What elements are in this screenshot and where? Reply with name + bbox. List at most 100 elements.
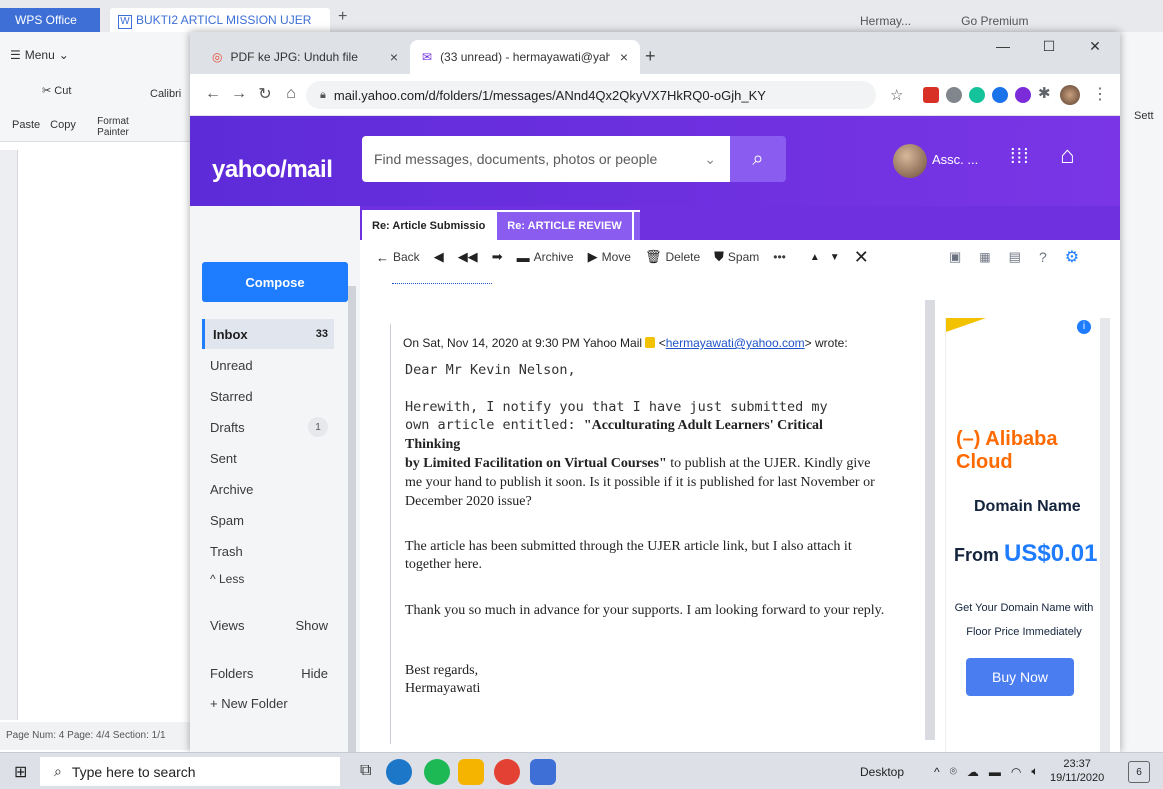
wps-account-name[interactable]: Hermay...	[860, 14, 911, 28]
apps-grid-icon[interactable]: ⁞⁞⁞	[1010, 146, 1030, 169]
sidebar-item-starred[interactable]: Starred	[202, 381, 334, 411]
profile-avatar[interactable]	[1060, 85, 1080, 105]
info-icon[interactable]: i	[1077, 320, 1091, 334]
wps-font-select[interactable]: Calibri	[150, 88, 181, 100]
mail-search-input[interactable]: Find messages, documents, photos or peop…	[362, 136, 730, 182]
sidebar-item-drafts[interactable]: Drafts 1	[202, 412, 334, 442]
sidebar-item-archive[interactable]: Archive	[202, 474, 334, 504]
browser-tab-yahoo[interactable]: ✉ (33 unread) - hermayawati@yaho ×	[410, 40, 640, 74]
notification-center-button[interactable]: 6	[1128, 761, 1150, 783]
message-scrollbar[interactable]	[925, 300, 935, 740]
previous-message-icon[interactable]: ▲	[810, 252, 820, 263]
edge-icon[interactable]	[386, 759, 412, 785]
gear-icon[interactable]: ⚙	[1065, 247, 1079, 267]
grammarly-icon[interactable]	[969, 87, 985, 103]
user-name[interactable]: Assc. ...	[932, 152, 978, 167]
wps-paste-button[interactable]: Paste	[12, 119, 40, 131]
tray-icon[interactable]: ⌾	[950, 764, 957, 779]
taskbar-search-input[interactable]: ⌕ Type here to search	[40, 757, 340, 786]
home-icon[interactable]: ⌂	[278, 85, 304, 103]
sidebar-item-sent[interactable]: Sent	[202, 443, 334, 473]
close-icon[interactable]: ×	[390, 49, 398, 65]
ad-buy-now-button[interactable]: Buy Now	[966, 658, 1074, 696]
volume-icon[interactable]: 🔈︎	[1031, 764, 1038, 779]
ad-banner[interactable]: i (–) Alibaba Cloud Domain Name From US$…	[945, 318, 1100, 752]
sender-email-link[interactable]: hermayawati@yahoo.com	[666, 336, 805, 350]
desktop-toolbar-label[interactable]: Desktop	[860, 765, 904, 779]
home-icon[interactable]: ⌂	[1060, 142, 1075, 170]
browser-tab-pdf[interactable]: ◎ PDF ke JPG: Unduh file ×	[200, 40, 410, 74]
help-icon[interactable]: ?	[1039, 249, 1047, 265]
new-folder-button[interactable]: + New Folder	[202, 688, 334, 718]
chrome-icon[interactable]	[494, 759, 520, 785]
windows-start-icon[interactable]: ⊞	[14, 762, 27, 782]
calendar-icon[interactable]: ▦	[979, 250, 990, 264]
extension-icon[interactable]	[992, 87, 1008, 103]
yahoo-mail-logo[interactable]: yahoo/mail	[212, 156, 333, 184]
next-message-icon[interactable]: ▼	[830, 252, 840, 263]
extension-icon[interactable]	[1015, 87, 1031, 103]
move-button[interactable]: ▶ Move	[588, 249, 631, 265]
star-icon[interactable]: ☆	[890, 86, 903, 104]
contacts-icon[interactable]: ▣	[949, 249, 961, 265]
back-button[interactable]: ← Back	[376, 250, 420, 265]
search-button[interactable]: ⌕	[730, 136, 786, 182]
delete-button[interactable]: 🗑︎ Delete	[645, 249, 700, 265]
folders-hide-link[interactable]: Hide	[301, 666, 334, 681]
maximize-button[interactable]: ☐	[1026, 38, 1072, 55]
notepad-icon[interactable]: ▤	[1009, 249, 1021, 265]
wps-format-painter-button[interactable]: Format Painter	[88, 116, 138, 138]
battery-icon[interactable]: ▬	[989, 765, 1001, 779]
more-button[interactable]: •••	[773, 250, 786, 264]
kebab-menu-icon[interactable]: ⋮	[1092, 84, 1108, 104]
reload-icon[interactable]: ↻	[252, 84, 278, 104]
views-show-link[interactable]: Show	[295, 618, 334, 633]
address-bar[interactable]: 🔒︎ mail.yahoo.com/d/folders/1/messages/A…	[306, 81, 876, 109]
chevron-down-icon[interactable]: ⌄	[704, 151, 716, 168]
taskbar-clock[interactable]: 23:37 19/11/2020	[1050, 757, 1104, 785]
tab-article-review[interactable]: Re: ARTICLE REVIEW	[497, 212, 632, 240]
minimize-button[interactable]: —	[980, 38, 1026, 54]
cloud-icon[interactable]: ☁	[967, 765, 979, 779]
new-tab-button[interactable]: +	[645, 46, 656, 67]
sidebar-folders[interactable]: Folders Hide	[202, 658, 334, 688]
compose-button[interactable]: Compose	[202, 262, 348, 302]
wps-new-tab-button[interactable]: +	[338, 8, 347, 26]
extension-icon[interactable]	[946, 87, 962, 103]
sidebar-item-inbox[interactable]: Inbox 33	[202, 319, 334, 349]
wifi-icon[interactable]: ◠	[1011, 765, 1021, 779]
task-view-icon[interactable]: ⧉	[360, 762, 371, 780]
wps-premium-link[interactable]: Go Premium	[961, 14, 1028, 28]
close-icon[interactable]: ×	[620, 49, 628, 65]
reply-icon[interactable]: ◀	[434, 249, 444, 265]
wps-menu-button[interactable]: ☰ Menu ⌄	[10, 48, 69, 62]
wps-writer-icon[interactable]	[530, 759, 556, 785]
ad-scrollbar[interactable]	[1100, 318, 1110, 752]
sidebar-item-unread[interactable]: Unread	[202, 350, 334, 380]
close-icon[interactable]: ✕	[854, 247, 869, 268]
sidebar-less-toggle[interactable]: ^ Less	[202, 564, 334, 594]
spam-button[interactable]: ⛊ Spam	[714, 249, 759, 265]
forward-icon[interactable]: ➡	[492, 249, 503, 265]
puzzle-icon[interactable]: ✱	[1038, 84, 1051, 102]
forward-arrow-icon[interactable]: →	[226, 85, 252, 103]
close-window-button[interactable]: ✕	[1072, 38, 1118, 55]
wps-document-tab[interactable]: W BUKTI2 ARTICL MISSION UJER	[110, 8, 330, 32]
spotify-icon[interactable]	[424, 759, 450, 785]
wps-cut-button[interactable]: ✂ Cut	[42, 84, 76, 98]
sidebar-item-spam[interactable]: Spam	[202, 505, 334, 535]
avatar[interactable]	[893, 144, 927, 178]
back-arrow-icon[interactable]: ←	[200, 85, 226, 103]
wps-copy-button[interactable]: Copy	[50, 119, 76, 131]
sidebar-item-trash[interactable]: Trash	[202, 536, 334, 566]
tab-article-submission[interactable]: Re: Article Submissio	[362, 212, 496, 240]
reply-all-icon[interactable]: ◀◀	[458, 249, 478, 265]
sidebar-views[interactable]: Views Show	[202, 610, 334, 640]
wps-settings-label[interactable]: Sett	[1134, 110, 1154, 122]
sidebar-scrollbar[interactable]	[348, 286, 356, 756]
wps-office-tab[interactable]: WPS Office	[0, 8, 100, 32]
file-explorer-icon[interactable]	[458, 759, 484, 785]
archive-button[interactable]: ▬ Archive	[517, 250, 574, 265]
chevron-up-icon[interactable]: ^	[934, 765, 940, 779]
extension-icon[interactable]	[923, 87, 939, 103]
